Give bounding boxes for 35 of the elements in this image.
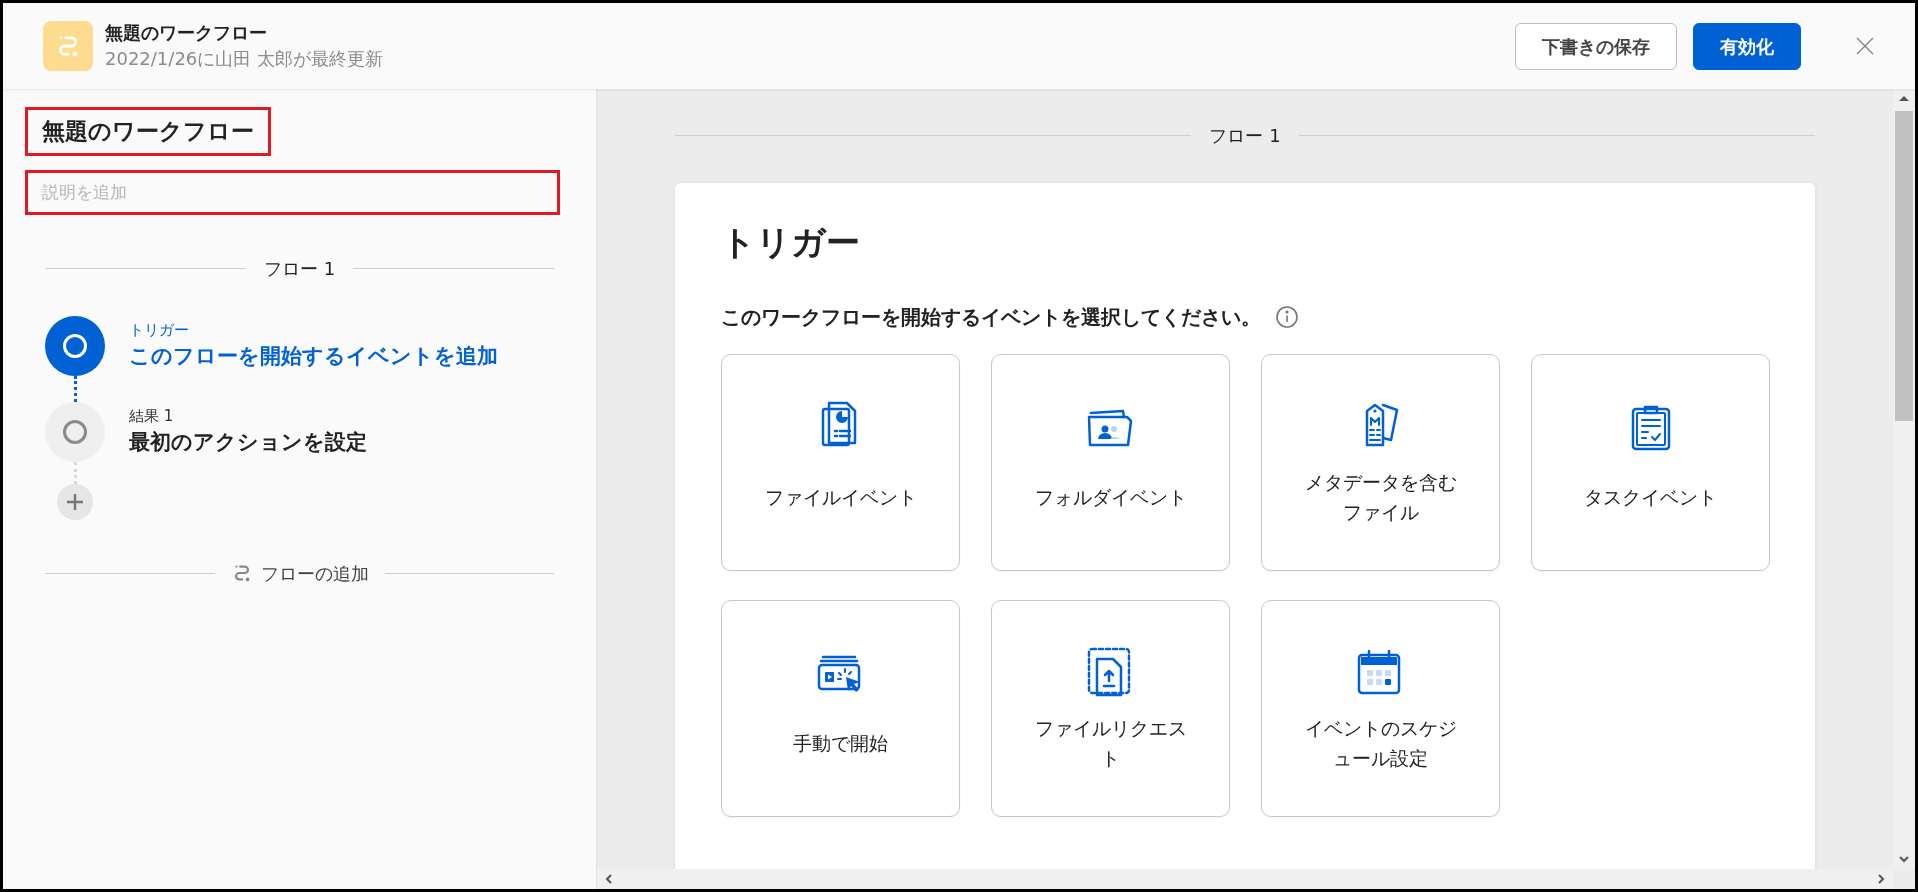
scroll-left-icon[interactable]	[603, 873, 615, 885]
window-title: 無題のワークフロー	[105, 21, 268, 45]
save-draft-button[interactable]: 下書きの保存	[1515, 22, 1677, 70]
step-label: トリガー	[129, 319, 190, 341]
workflow-title: 無題のワークフロー	[25, 107, 271, 156]
trigger-option-card[interactable]: イベントのスケジュール設定	[1261, 600, 1500, 817]
horizontal-scrollbar[interactable]	[597, 869, 1893, 889]
trigger-option-card[interactable]: ファイルリクエスト	[991, 600, 1230, 817]
flow-label: フロー 1	[1208, 124, 1282, 148]
step-title: 最初のアクションを設定	[129, 429, 367, 456]
step-label: 結果 1	[129, 405, 175, 427]
add-step-button[interactable]	[57, 483, 93, 520]
last-updated-text: 2022/1/26に山田 太郎が最終更新	[105, 47, 383, 71]
ring-icon	[63, 419, 87, 444]
trigger-option-card[interactable]: タスクイベント	[1531, 354, 1770, 571]
scroll-down-icon[interactable]	[1898, 853, 1910, 865]
workflow-step[interactable]: 結果 1 最初のアクションを設定	[45, 401, 554, 462]
panel-title: トリガー	[721, 221, 861, 264]
trigger-option-card[interactable]: 手動で開始	[721, 600, 960, 817]
vertical-scrollbar[interactable]	[1893, 89, 1915, 869]
workflow-step[interactable]: トリガー このフローを開始するイベントを追加	[45, 315, 554, 376]
scroll-right-icon[interactable]	[1875, 873, 1887, 885]
trigger-option-card[interactable]: フォルダイベント	[991, 354, 1230, 571]
flow-label: フロー 1	[262, 256, 337, 281]
description-field[interactable]: 説明を追加	[25, 169, 560, 215]
plus-icon	[66, 492, 84, 511]
trigger-option-card[interactable]: メタデータを含むファイル	[1261, 354, 1500, 571]
info-icon[interactable]	[1275, 305, 1299, 329]
add-flow-button[interactable]: フローの追加	[226, 559, 373, 587]
enable-button[interactable]: 有効化	[1693, 22, 1801, 70]
close-icon[interactable]	[1855, 36, 1875, 56]
ring-icon	[63, 333, 87, 358]
trigger-prompt: このワークフローを開始するイベントを選択してください。	[721, 304, 1261, 331]
step-title: このフローを開始するイベントを追加	[129, 343, 498, 370]
trigger-option-card[interactable]: ファイルイベント	[721, 354, 960, 571]
